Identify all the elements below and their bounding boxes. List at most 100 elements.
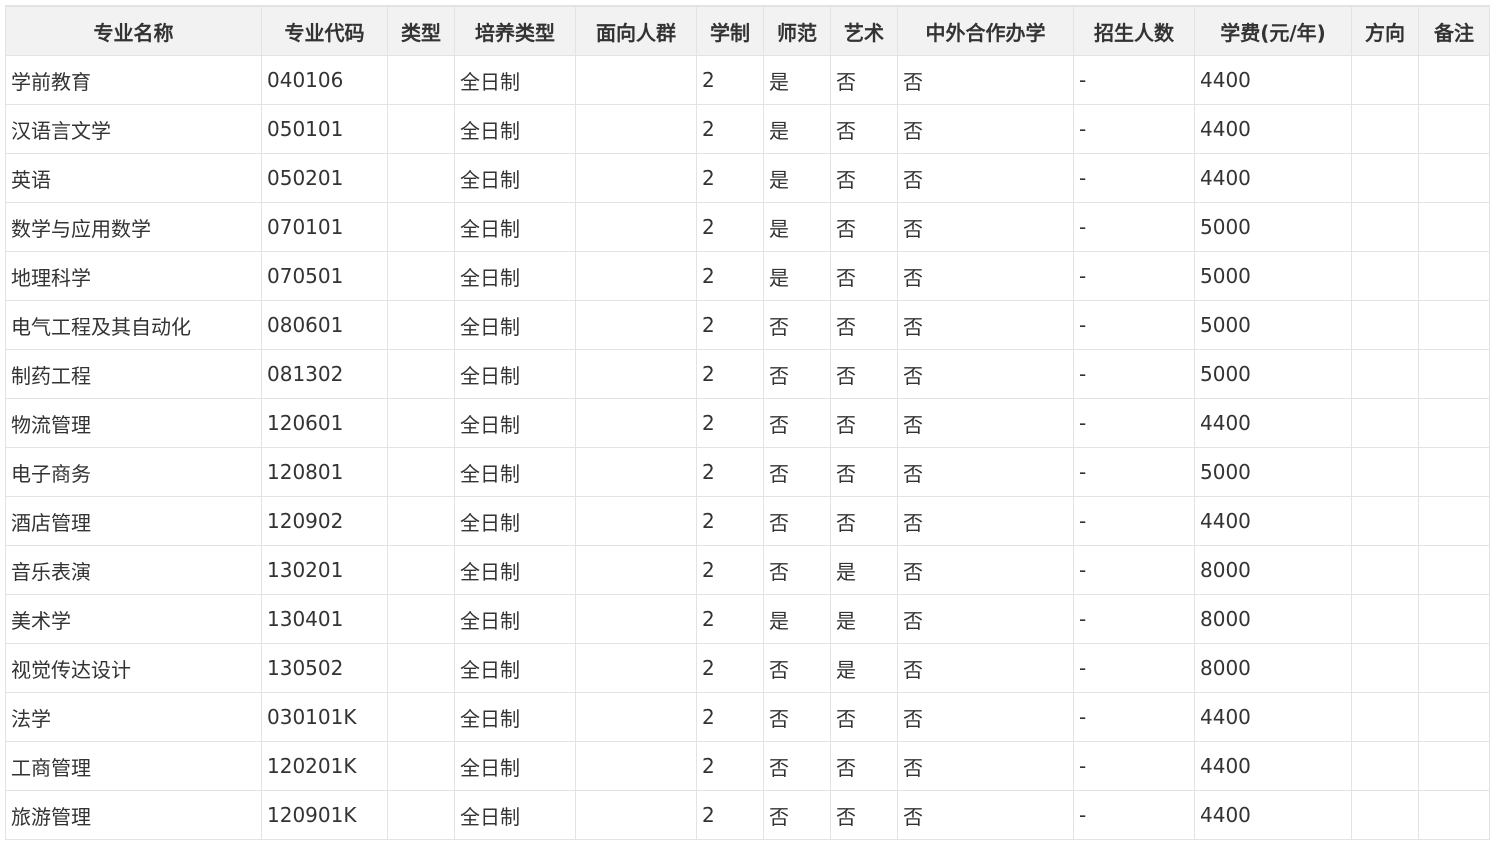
table-row: 美术学 130401 全日制 2 是是否 -8000 xyxy=(5,594,1490,644)
cell-enrollment: - xyxy=(1073,741,1195,791)
cell-duration: 2 xyxy=(696,349,764,399)
cell-major-code: 120901K xyxy=(261,790,388,840)
cell-major-name: 汉语言文学 xyxy=(5,104,262,154)
cell-art: 否 xyxy=(830,398,898,448)
header-major-name: 专业名称 xyxy=(5,5,262,56)
cell-art: 是 xyxy=(830,643,898,693)
table-row: 学前教育 040106 全日制 2 是否否 -4400 xyxy=(5,55,1490,105)
cell-duration: 2 xyxy=(696,300,764,350)
cell-training-type: 全日制 xyxy=(454,153,576,203)
cell-major-code: 130201 xyxy=(261,545,388,595)
cell-enrollment: - xyxy=(1073,104,1195,154)
cell-major-code: 040106 xyxy=(261,55,388,105)
cell-joint-program: 否 xyxy=(897,643,1074,693)
cell-major-name: 工商管理 xyxy=(5,741,262,791)
cell-remarks xyxy=(1418,398,1490,448)
cell-enrollment: - xyxy=(1073,251,1195,301)
cell-direction xyxy=(1351,398,1419,448)
table-row: 酒店管理 120902 全日制 2 否否否 -4400 xyxy=(5,496,1490,546)
cell-tuition: 4400 xyxy=(1194,104,1352,154)
cell-remarks xyxy=(1418,545,1490,595)
cell-direction xyxy=(1351,496,1419,546)
table-row: 制药工程 081302 全日制 2 否否否 -5000 xyxy=(5,349,1490,399)
header-enrollment: 招生人数 xyxy=(1073,5,1195,56)
table-body: 学前教育 040106 全日制 2 是否否 -4400 汉语言文学 050101 全日制 2 是否否… xyxy=(5,55,1490,840)
cell-art: 否 xyxy=(830,202,898,252)
cell-training-type: 全日制 xyxy=(454,545,576,595)
cell-training-type: 全日制 xyxy=(454,55,576,105)
cell-remarks xyxy=(1418,496,1490,546)
cell-normal: 否 xyxy=(763,300,831,350)
cell-duration: 2 xyxy=(696,790,764,840)
cell-type xyxy=(387,496,455,546)
cell-tuition: 5000 xyxy=(1194,349,1352,399)
cell-major-name: 美术学 xyxy=(5,594,262,644)
major-table-container: 专业名称 专业代码 类型 培养类型 面向人群 学制 师范 艺术 中外合作办学 招… xyxy=(5,5,1490,840)
cell-major-name: 电子商务 xyxy=(5,447,262,497)
cell-duration: 2 xyxy=(696,398,764,448)
cell-normal: 否 xyxy=(763,741,831,791)
cell-type xyxy=(387,741,455,791)
cell-duration: 2 xyxy=(696,741,764,791)
cell-enrollment: - xyxy=(1073,594,1195,644)
cell-major-name: 音乐表演 xyxy=(5,545,262,595)
cell-joint-program: 否 xyxy=(897,202,1074,252)
cell-training-type: 全日制 xyxy=(454,741,576,791)
cell-major-code: 120801 xyxy=(261,447,388,497)
cell-joint-program: 否 xyxy=(897,594,1074,644)
cell-target-group xyxy=(575,643,697,693)
table-row: 视觉传达设计 130502 全日制 2 否是否 -8000 xyxy=(5,643,1490,693)
cell-major-name: 地理科学 xyxy=(5,251,262,301)
cell-target-group xyxy=(575,741,697,791)
cell-art: 否 xyxy=(830,55,898,105)
cell-training-type: 全日制 xyxy=(454,692,576,742)
cell-type xyxy=(387,153,455,203)
major-table: 专业名称 专业代码 类型 培养类型 面向人群 学制 师范 艺术 中外合作办学 招… xyxy=(5,5,1490,840)
cell-normal: 否 xyxy=(763,349,831,399)
cell-tuition: 4400 xyxy=(1194,153,1352,203)
cell-major-name: 数学与应用数学 xyxy=(5,202,262,252)
cell-duration: 2 xyxy=(696,153,764,203)
table-row: 地理科学 070501 全日制 2 是否否 -5000 xyxy=(5,251,1490,301)
cell-duration: 2 xyxy=(696,447,764,497)
table-row: 工商管理 120201K 全日制 2 否否否 -4400 xyxy=(5,741,1490,791)
cell-tuition: 5000 xyxy=(1194,447,1352,497)
cell-normal: 是 xyxy=(763,104,831,154)
cell-type xyxy=(387,790,455,840)
header-art: 艺术 xyxy=(830,5,898,56)
cell-joint-program: 否 xyxy=(897,741,1074,791)
cell-tuition: 4400 xyxy=(1194,790,1352,840)
header-tuition: 学费(元/年) xyxy=(1194,5,1352,56)
cell-type xyxy=(387,202,455,252)
cell-major-code: 130401 xyxy=(261,594,388,644)
cell-duration: 2 xyxy=(696,643,764,693)
cell-joint-program: 否 xyxy=(897,300,1074,350)
cell-type xyxy=(387,643,455,693)
cell-joint-program: 否 xyxy=(897,545,1074,595)
cell-art: 否 xyxy=(830,447,898,497)
cell-art: 否 xyxy=(830,104,898,154)
cell-target-group xyxy=(575,153,697,203)
cell-tuition: 5000 xyxy=(1194,300,1352,350)
cell-major-code: 030101K xyxy=(261,692,388,742)
cell-duration: 2 xyxy=(696,496,764,546)
cell-enrollment: - xyxy=(1073,545,1195,595)
table-row: 法学 030101K 全日制 2 否否否 -4400 xyxy=(5,692,1490,742)
cell-tuition: 4400 xyxy=(1194,692,1352,742)
cell-type xyxy=(387,447,455,497)
cell-remarks xyxy=(1418,251,1490,301)
cell-remarks xyxy=(1418,202,1490,252)
header-joint-program: 中外合作办学 xyxy=(897,5,1074,56)
table-row: 音乐表演 130201 全日制 2 否是否 -8000 xyxy=(5,545,1490,595)
cell-duration: 2 xyxy=(696,55,764,105)
cell-target-group xyxy=(575,594,697,644)
cell-remarks xyxy=(1418,594,1490,644)
cell-art: 是 xyxy=(830,594,898,644)
cell-remarks xyxy=(1418,349,1490,399)
cell-joint-program: 否 xyxy=(897,496,1074,546)
cell-target-group xyxy=(575,104,697,154)
cell-major-name: 物流管理 xyxy=(5,398,262,448)
cell-remarks xyxy=(1418,153,1490,203)
cell-duration: 2 xyxy=(696,251,764,301)
cell-remarks xyxy=(1418,447,1490,497)
